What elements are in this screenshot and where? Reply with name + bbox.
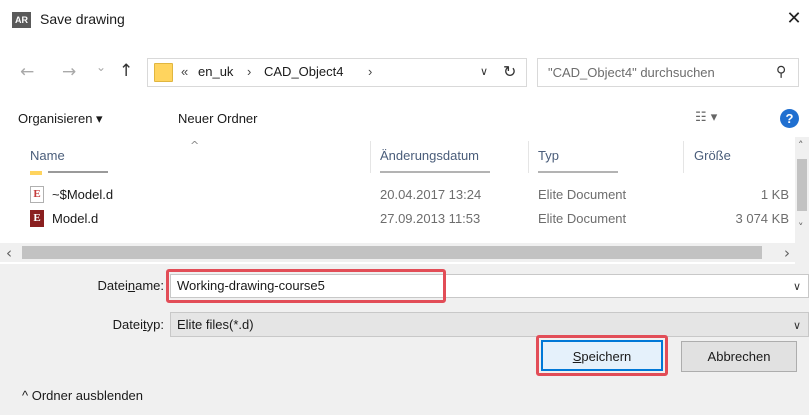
horizontal-scroll-thumb[interactable] (22, 246, 762, 259)
file-type: Elite Document (538, 211, 627, 226)
partial-folder-icon (30, 171, 42, 175)
column-divider[interactable] (370, 141, 371, 173)
search-icon[interactable]: ⚲ (776, 64, 786, 80)
partial-row-text (48, 171, 108, 173)
scroll-up-icon[interactable]: ˄ (798, 139, 804, 152)
title-bar: AR Save drawing ✕ (0, 0, 809, 40)
window-title: Save drawing (40, 11, 125, 27)
filename-highlight-annotation (166, 269, 446, 303)
filetype-value: Elite files(*.d) (177, 317, 254, 332)
breadcrumb-en-uk[interactable]: en_uk (198, 64, 233, 79)
scroll-down-icon[interactable]: ˅ (798, 221, 804, 234)
column-header-date[interactable]: Änderungsdatum (380, 148, 479, 163)
file-size: 1 KB (760, 187, 789, 202)
refresh-icon[interactable]: ↻ (503, 62, 516, 81)
search-input[interactable]: "CAD_Object4" durchsuchen ⚲ (537, 58, 799, 87)
app-icon: AR (12, 12, 31, 28)
column-header-name[interactable]: Name (30, 148, 65, 163)
save-highlight-annotation (536, 335, 668, 376)
chevron-down-icon[interactable]: ∨ (793, 280, 801, 293)
save-options-panel: Dateiname: Working-drawing-course5 ∨ Dat… (0, 264, 809, 415)
breadcrumb-separator[interactable]: › (368, 64, 372, 79)
elite-document-icon: E (30, 186, 44, 203)
cancel-button[interactable]: Abbrechen (681, 341, 797, 372)
breadcrumb-separator[interactable]: › (247, 64, 251, 79)
table-row[interactable]: E ~$Model.d 20.04.2017 13:24 Elite Docum… (30, 185, 795, 207)
column-header-type[interactable]: Typ (538, 148, 559, 163)
close-icon[interactable]: ✕ (780, 6, 808, 32)
chevron-down-icon[interactable]: ∨ (480, 65, 488, 78)
breadcrumb-cad-object4[interactable]: CAD_Object4 (264, 64, 343, 79)
up-arrow-icon[interactable]: ↑ (119, 61, 133, 81)
new-folder-button[interactable]: Neuer Ordner (178, 111, 257, 126)
scroll-left-icon[interactable]: ‹ (6, 244, 12, 262)
column-divider[interactable] (683, 141, 684, 173)
file-size: 3 074 KB (735, 211, 790, 226)
file-type: Elite Document (538, 187, 627, 202)
column-divider[interactable] (528, 141, 529, 173)
horizontal-scrollbar[interactable]: ‹ › (0, 243, 809, 262)
back-arrow-icon[interactable]: ← (20, 62, 34, 82)
column-header-size[interactable]: Größe (694, 148, 731, 163)
file-date: 27.09.2013 11:53 (380, 211, 481, 226)
table-row[interactable]: E Model.d 27.09.2013 11:53 Elite Documen… (30, 209, 795, 231)
search-placeholder: "CAD_Object4" durchsuchen (548, 65, 715, 80)
address-bar[interactable]: « en_uk › CAD_Object4 › ∨ ↻ (147, 58, 527, 87)
file-name: ~$Model.d (52, 187, 114, 202)
folder-icon (154, 63, 173, 82)
filename-label: Dateiname: (97, 278, 165, 293)
filetype-select[interactable]: Elite files(*.d) ∨ (170, 312, 809, 337)
hide-folders-toggle[interactable]: ^ Ordner ausblenden (22, 388, 143, 403)
help-icon[interactable]: ? (780, 109, 799, 128)
organize-button[interactable]: Organisieren ▾ (18, 111, 103, 127)
chevron-down-icon[interactable]: ∨ (793, 319, 801, 332)
sort-ascending-icon: ^ (190, 139, 200, 152)
filetype-label: Dateityp: (112, 317, 164, 332)
partial-row-text (538, 171, 618, 173)
scroll-right-icon[interactable]: › (784, 244, 790, 262)
vertical-scroll-thumb[interactable] (797, 159, 807, 211)
partial-row-text (380, 171, 490, 173)
recent-locations-chevron-icon[interactable]: ⌄ (96, 60, 106, 74)
breadcrumb-overflow[interactable]: « (181, 64, 188, 79)
file-name: Model.d (52, 211, 99, 226)
file-date: 20.04.2017 13:24 (380, 187, 482, 202)
view-options-icon[interactable]: ☷ ▾ (695, 110, 717, 125)
forward-arrow-icon[interactable]: → (62, 62, 76, 82)
elite-document-icon: E (30, 210, 44, 227)
